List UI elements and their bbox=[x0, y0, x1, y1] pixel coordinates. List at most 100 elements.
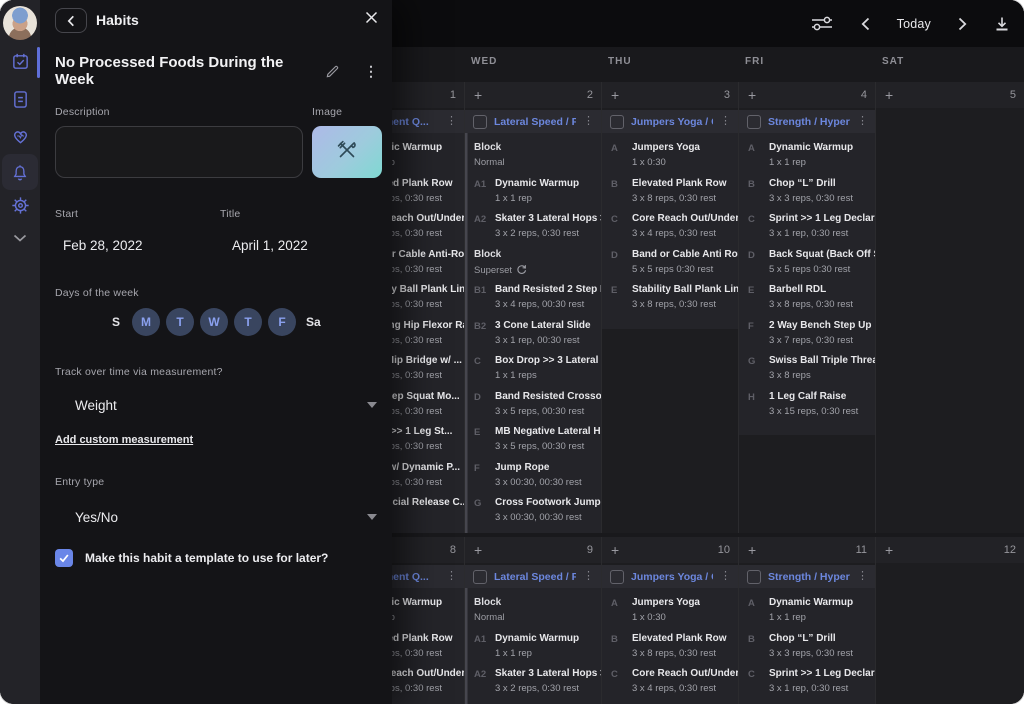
avatar[interactable] bbox=[3, 6, 37, 40]
workout-kebab-menu-icon[interactable]: ⋮ bbox=[857, 116, 868, 127]
block-name: Block bbox=[474, 141, 602, 153]
workout-card-body: ADynamic Warmup1 x 1 repBChop “L” Drill3… bbox=[739, 588, 876, 704]
exercise-row[interactable]: B23 Cone Lateral Slide3 x 1 rep, 00:30 r… bbox=[465, 319, 602, 355]
next-chevron-icon[interactable] bbox=[958, 17, 967, 31]
exercise-row[interactable]: BChop “L” Drill3 x 3 reps, 0:30 rest bbox=[739, 632, 876, 668]
workout-title[interactable]: Strength / Hypertro... bbox=[768, 571, 850, 583]
exercise-row[interactable]: A1Dynamic Warmup1 x 1 rep bbox=[465, 177, 602, 213]
add-workout-button[interactable]: + bbox=[474, 543, 482, 557]
document-icon[interactable] bbox=[10, 89, 30, 109]
heart-health-icon[interactable] bbox=[10, 126, 30, 146]
habit-kebab-menu-icon[interactable]: ⋮ bbox=[364, 63, 378, 80]
close-icon[interactable] bbox=[365, 11, 378, 24]
calendar-check-icon[interactable] bbox=[10, 51, 30, 71]
exercise-row[interactable]: AJumpers Yoga1 x 0:30 bbox=[602, 596, 739, 632]
day-cell-header: +2 bbox=[465, 82, 602, 108]
start-date-value[interactable]: Feb 28, 2022 bbox=[63, 238, 143, 253]
day-cell-header: +11 bbox=[739, 537, 876, 563]
exercise-row[interactable]: DBack Squat (Back Off Set)5 x 5 reps 0:3… bbox=[739, 248, 876, 284]
exercise-row[interactable]: EBarbell RDL3 x 8 reps, 0:30 rest bbox=[739, 283, 876, 319]
add-workout-button[interactable]: + bbox=[748, 88, 756, 102]
exercise-row[interactable]: EStability Ball Plank Linear ...3 x 8 re… bbox=[602, 283, 739, 319]
workout-checkbox[interactable] bbox=[610, 115, 624, 129]
add-custom-measurement-link[interactable]: Add custom measurement bbox=[55, 434, 193, 446]
end-date-value[interactable]: April 1, 2022 bbox=[232, 238, 308, 253]
workout-checkbox[interactable] bbox=[610, 570, 624, 584]
exercise-row[interactable]: A1Dynamic Warmup1 x 1 rep bbox=[465, 632, 602, 668]
day-toggle-F[interactable]: F bbox=[268, 308, 296, 336]
workout-title[interactable]: Jumpers Yoga / Core bbox=[631, 116, 713, 128]
exercise-row[interactable]: CSprint >> 1 Leg Declarations3 x 1 rep, … bbox=[739, 667, 876, 703]
exercise-row[interactable]: CSprint >> 1 Leg Declarations3 x 1 rep, … bbox=[739, 212, 876, 248]
chevron-down-icon bbox=[367, 514, 377, 520]
workout-title[interactable]: Jumpers Yoga / Core bbox=[631, 571, 713, 583]
day-toggle-S[interactable]: S bbox=[110, 308, 122, 336]
workout-card: Jumpers Yoga / Core ⋮ AJumpers Yoga1 x 0:3… bbox=[602, 565, 739, 704]
exercise-row[interactable]: CCore Reach Out/Under3 x 4 reps, 0:30 re… bbox=[602, 667, 739, 703]
workout-kebab-menu-icon[interactable]: ⋮ bbox=[446, 571, 457, 582]
exercise-row[interactable]: DBand Resisted Crossover...3 x 5 reps, 0… bbox=[465, 390, 602, 426]
add-workout-button[interactable]: + bbox=[748, 543, 756, 557]
exercise-row[interactable]: AJumpers Yoga1 x 0:30 bbox=[602, 141, 739, 177]
add-workout-button[interactable]: + bbox=[885, 543, 893, 557]
exercise-row[interactable]: ADynamic Warmup1 x 1 rep bbox=[739, 141, 876, 177]
workout-title[interactable]: Strength / Hypertro... bbox=[768, 116, 850, 128]
exercise-row[interactable]: EMB Negative Lateral Hop...3 x 5 reps, 0… bbox=[465, 425, 602, 461]
exercise-row[interactable]: ADynamic Warmup1 x 1 rep bbox=[739, 596, 876, 632]
workout-checkbox[interactable] bbox=[747, 115, 761, 129]
add-workout-button[interactable]: + bbox=[474, 88, 482, 102]
download-icon[interactable] bbox=[994, 16, 1010, 32]
template-checkbox[interactable] bbox=[55, 549, 73, 567]
workout-kebab-menu-icon[interactable]: ⋮ bbox=[583, 571, 594, 582]
day-toggle-W[interactable]: W bbox=[200, 308, 228, 336]
exercise-row[interactable]: A2Skater 3 Lateral Hops >> ...3 x 2 reps… bbox=[465, 667, 602, 703]
exercise-row[interactable]: GCross Footwork Jump Rope3 x 00:30, 00:3… bbox=[465, 496, 602, 532]
exercise-row[interactable]: DBand or Cable Anti Rotati...5 x 5 reps … bbox=[602, 248, 739, 284]
add-workout-button[interactable]: + bbox=[611, 88, 619, 102]
workout-kebab-menu-icon[interactable]: ⋮ bbox=[720, 571, 731, 582]
exercise-row[interactable]: FJump Rope3 x 00:30, 00:30 rest bbox=[465, 461, 602, 497]
exercise-row[interactable]: F2 Way Bench Step Up3 x 7 reps, 0:30 res… bbox=[739, 319, 876, 355]
day-toggle-T[interactable]: T bbox=[166, 308, 194, 336]
workout-checkbox[interactable] bbox=[747, 570, 761, 584]
prev-chevron-icon[interactable] bbox=[861, 17, 870, 31]
exercise-row[interactable]: BElevated Plank Row3 x 8 reps, 0:30 rest bbox=[602, 632, 739, 668]
exercise-row[interactable]: B1Band Resisted 2 Step Late...3 x 4 reps… bbox=[465, 283, 602, 319]
sidebar-chevron-down-icon[interactable] bbox=[10, 228, 30, 248]
add-workout-button[interactable]: + bbox=[885, 88, 893, 102]
workout-kebab-menu-icon[interactable]: ⋮ bbox=[583, 116, 594, 127]
back-button[interactable] bbox=[55, 8, 87, 33]
description-input[interactable] bbox=[55, 126, 303, 178]
exercise-row[interactable]: H1 Leg Calf Raise3 x 15 reps, 0:30 rest bbox=[739, 390, 876, 426]
gear-icon[interactable] bbox=[10, 195, 30, 215]
exercise-row[interactable]: CBox Drop >> 3 Lateral H...1 x 1 reps bbox=[465, 354, 602, 390]
workout-title[interactable]: Lateral Speed / Plyo bbox=[494, 571, 576, 583]
bell-icon[interactable] bbox=[10, 163, 30, 183]
exercise-row[interactable]: GSwiss Ball Triple Threat3 x 8 reps bbox=[739, 354, 876, 390]
filter-icon[interactable] bbox=[811, 16, 834, 31]
exercise-info: Back Squat (Back Off Set)5 x 5 reps 0:30… bbox=[769, 248, 876, 284]
add-workout-button[interactable]: + bbox=[611, 543, 619, 557]
edit-pencil-icon[interactable] bbox=[325, 64, 340, 79]
workout-kebab-menu-icon[interactable]: ⋮ bbox=[720, 116, 731, 127]
today-button[interactable]: Today bbox=[897, 17, 931, 31]
workout-title[interactable]: Lateral Speed / Plyo bbox=[494, 116, 576, 128]
workout-kebab-menu-icon[interactable]: ⋮ bbox=[446, 116, 457, 127]
day-toggle-Sa[interactable]: Sa bbox=[306, 308, 321, 336]
workout-card: Lateral Speed / Plyo⋮BlockNormalA1Dynami… bbox=[465, 565, 602, 704]
habit-image[interactable] bbox=[312, 126, 382, 178]
day-toggle-M[interactable]: M bbox=[132, 308, 160, 336]
day-toggle-T[interactable]: T bbox=[234, 308, 262, 336]
exercise-prescription: 3 x 4 reps, 00:30 rest bbox=[495, 299, 602, 310]
exercise-row[interactable]: A2Skater 3 Lateral Hops >> ...3 x 2 reps… bbox=[465, 212, 602, 248]
workout-checkbox[interactable] bbox=[473, 570, 487, 584]
workout-kebab-menu-icon[interactable]: ⋮ bbox=[857, 571, 868, 582]
exercise-row[interactable]: CCore Reach Out/Under3 x 4 reps, 0:30 re… bbox=[602, 212, 739, 248]
entry-type-select[interactable]: Yes/No bbox=[55, 502, 377, 532]
measurement-select[interactable]: Weight bbox=[55, 390, 377, 420]
exercise-row[interactable]: BChop “L” Drill3 x 3 reps, 0:30 rest bbox=[739, 177, 876, 213]
template-checkbox-row[interactable]: Make this habit a template to use for la… bbox=[55, 549, 328, 567]
exercise-info: 1 Leg Calf Raise3 x 15 reps, 0:30 rest bbox=[769, 390, 876, 426]
workout-checkbox[interactable] bbox=[473, 115, 487, 129]
exercise-row[interactable]: BElevated Plank Row3 x 8 reps, 0:30 rest bbox=[602, 177, 739, 213]
